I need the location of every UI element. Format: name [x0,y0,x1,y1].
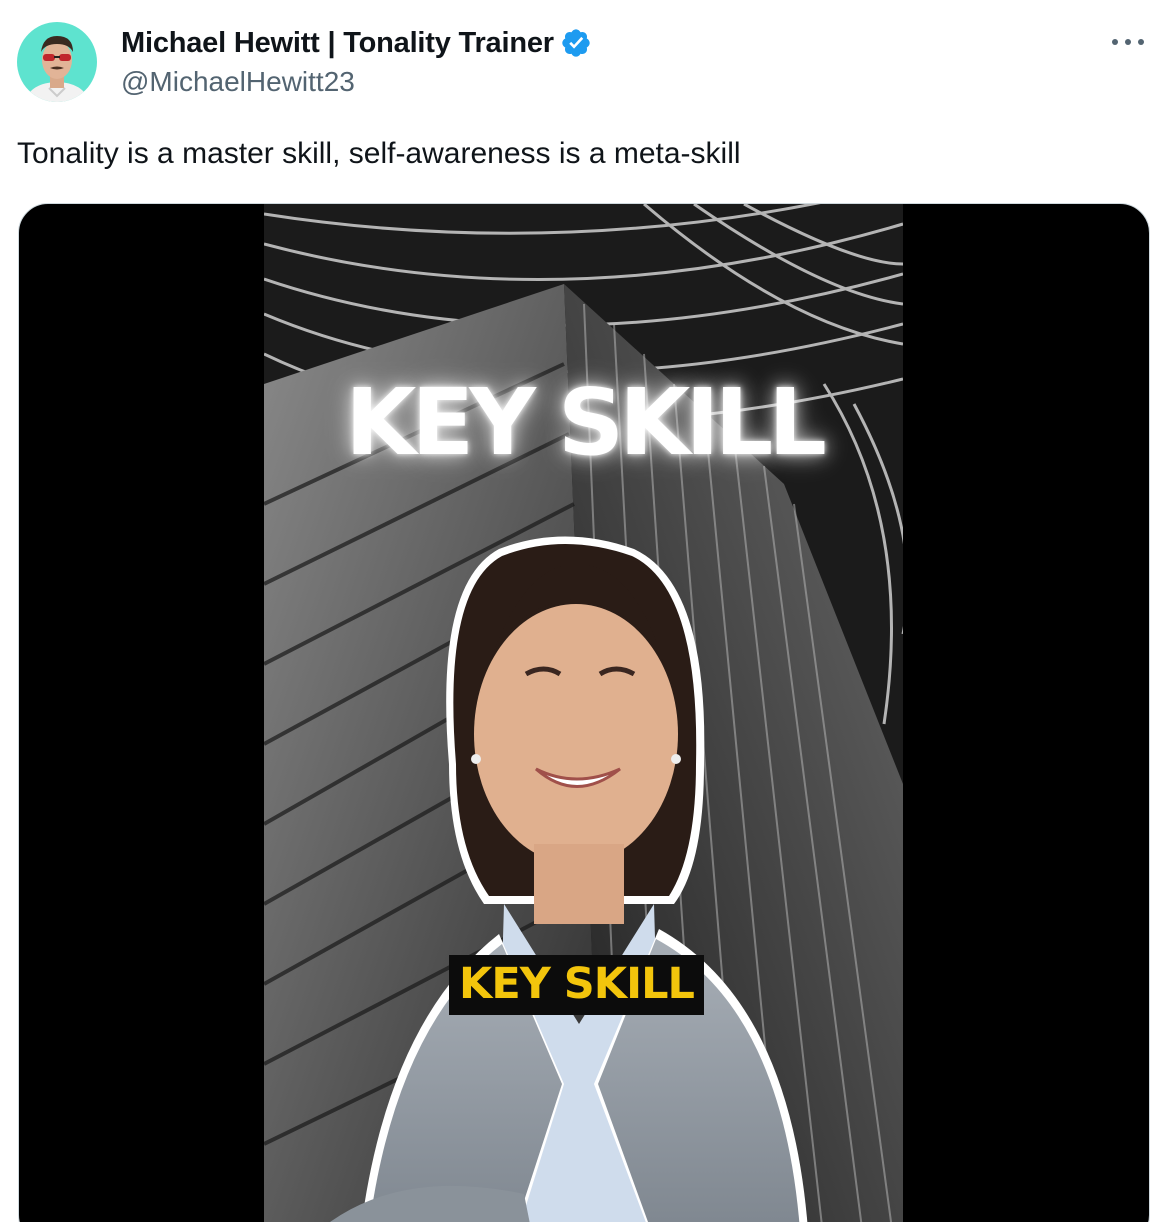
author-display-name[interactable]: Michael Hewitt | Tonality Trainer [121,27,554,60]
tweet: Michael Hewitt | Tonality Trainer @Micha… [0,0,1172,1222]
more-options-button[interactable] [1108,28,1148,56]
name-row: Michael Hewitt | Tonality Trainer [121,24,592,62]
profile-avatar-icon [17,22,97,102]
tweet-text: Tonality is a master skill, self-awarene… [17,137,741,170]
video-thumbnail-image [264,204,903,1222]
video-caption-small: KEY SKILL [449,955,704,1015]
tweet-media-video[interactable]: KEY SKILL KEY SKILL [18,203,1150,1222]
video-frame: KEY SKILL KEY SKILL [264,204,903,1222]
author-info: Michael Hewitt | Tonality Trainer @Micha… [121,24,592,98]
author-avatar[interactable] [17,22,97,102]
verified-badge-icon[interactable] [560,27,592,59]
more-horizontal-icon [1112,39,1144,45]
video-caption-large: KEY SKILL [345,369,827,476]
author-handle[interactable]: @MichaelHewitt23 [121,66,592,98]
